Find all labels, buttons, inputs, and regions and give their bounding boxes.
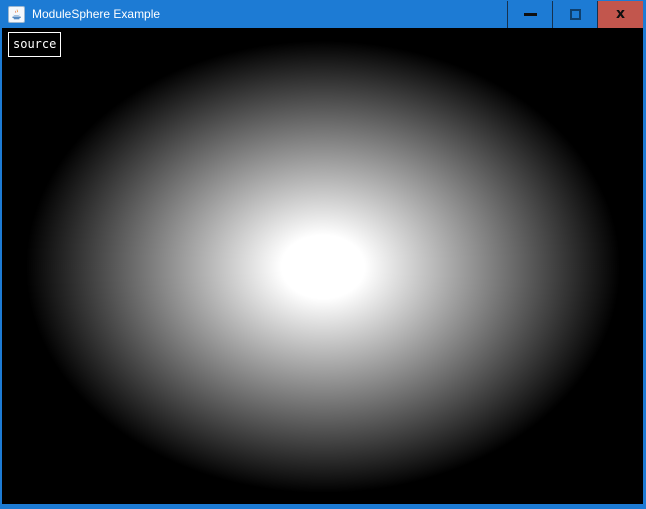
close-icon: x [616, 7, 625, 21]
app-window: ModuleSphere Example x source [0, 0, 646, 509]
java-coffee-cup-icon [8, 6, 25, 23]
window-controls: x [507, 1, 643, 28]
window-title: ModuleSphere Example [32, 7, 507, 21]
minimize-icon [524, 13, 537, 16]
close-button[interactable]: x [598, 1, 643, 28]
render-canvas[interactable]: source [2, 28, 643, 504]
minimize-button[interactable] [508, 1, 553, 28]
source-label: source [8, 32, 61, 57]
maximize-icon [570, 9, 581, 20]
maximize-button[interactable] [553, 1, 598, 28]
title-bar[interactable]: ModuleSphere Example x [0, 0, 646, 28]
